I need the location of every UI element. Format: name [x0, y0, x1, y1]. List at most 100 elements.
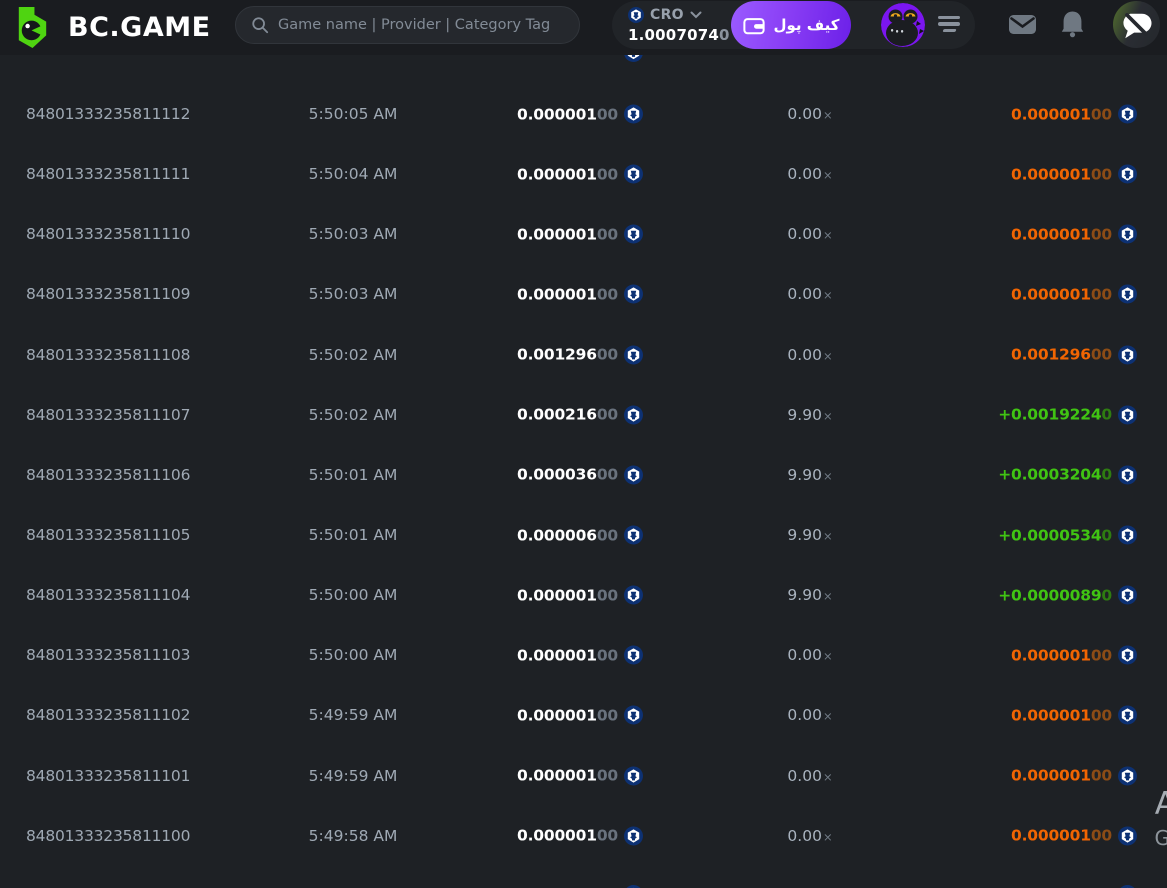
edge-overlay-text-bottom: G [1154, 826, 1167, 850]
search-input[interactable]: Game name | Provider | Category Tag [235, 6, 580, 44]
bet-time: 5:50:04 AM [308, 165, 398, 184]
bet-row[interactable]: 84801333235811110 5:50:03 AM 0.000001 00 … [0, 204, 1167, 264]
bets-table: 84801333235811112 5:50:05 AM 0.000001 00 … [0, 84, 1167, 866]
cro-currency-icon [1118, 645, 1137, 665]
wallet-button[interactable]: کیف پول [731, 1, 851, 49]
bet-time: 5:49:59 AM [308, 766, 398, 785]
bet-row[interactable]: 84801333235811111 5:50:04 AM 0.000001 00 … [0, 144, 1167, 204]
edge-overlay-text-top: A [1154, 786, 1167, 822]
bet-amount: 0.001296 00 [517, 345, 643, 365]
bet-row[interactable]: 84801333235811112 5:50:05 AM 0.000001 00 … [0, 84, 1167, 144]
cro-currency-icon [1118, 525, 1137, 545]
cro-currency-icon [624, 284, 643, 304]
bet-multiplier: 9.90× [787, 526, 833, 545]
bet-time: 5:50:05 AM [308, 105, 398, 124]
bet-payout: 0.000001 00 [1011, 645, 1137, 665]
cro-currency-icon [624, 465, 643, 485]
bet-amount: 0.000001 00 [517, 104, 643, 124]
bet-id: 84801333235811107 [26, 405, 191, 424]
bet-id: 84801333235811105 [26, 526, 191, 545]
bet-row[interactable]: 84801333235811103 5:50:00 AM 0.000001 00 … [0, 625, 1167, 685]
bet-payout: 0.000001 00 [1011, 284, 1137, 304]
cro-currency-icon [1118, 705, 1137, 725]
bet-multiplier: 0.00× [787, 345, 833, 364]
bcgame-page: BC.GAME Game name | Provider | Category … [0, 0, 1167, 888]
bet-payout: 0.001296 00 [1011, 345, 1137, 365]
bet-payout: +0.0000534 0 [998, 525, 1137, 545]
bet-payout: 0.000001 00 [1011, 164, 1137, 184]
bet-amount: 0.000006 00 [517, 525, 643, 545]
bet-time: 5:49:58 AM [308, 826, 398, 845]
cro-currency-icon [1118, 284, 1137, 304]
bet-multiplier: 0.00× [787, 826, 833, 845]
cro-currency-icon [624, 55, 643, 62]
cro-currency-icon [1118, 224, 1137, 244]
partial-row-top [624, 55, 643, 62]
wallet-icon [742, 17, 765, 34]
logo[interactable]: BC.GAME [10, 5, 211, 50]
account-area: CRO 1.00070740 کیف پول [612, 1, 975, 49]
cro-currency-icon [624, 766, 643, 786]
bet-row[interactable]: 84801333235811108 5:50:02 AM 0.001296 00 … [0, 325, 1167, 385]
cro-currency-icon [624, 585, 643, 605]
currency-selector[interactable]: CRO 1.00070740 [628, 5, 732, 44]
bet-time: 5:50:02 AM [308, 345, 398, 364]
bet-payout: 0.000001 00 [1011, 826, 1137, 846]
bet-id: 84801333235811102 [26, 706, 191, 725]
bcgame-logo-icon [18, 6, 47, 49]
logo-text: BC.GAME [68, 12, 211, 43]
bet-row[interactable]: 84801333235811101 5:49:59 AM 0.000001 00 … [0, 746, 1167, 806]
bet-row[interactable]: 84801333235811107 5:50:02 AM 0.000216 00 … [0, 385, 1167, 445]
cro-currency-icon [624, 224, 643, 244]
search-icon [252, 17, 269, 34]
bet-time: 5:50:03 AM [308, 285, 398, 304]
mail-button[interactable] [1008, 13, 1037, 36]
chevron-down-icon [690, 11, 702, 18]
cro-currency-icon [1118, 465, 1137, 485]
wallet-balance: 1.00070740 [628, 26, 730, 44]
cro-coin-icon [628, 6, 644, 23]
mail-icon [1009, 15, 1036, 34]
bet-amount: 0.000001 00 [517, 224, 643, 244]
bet-id: 84801333235811101 [26, 766, 191, 785]
cro-currency-icon [624, 345, 643, 365]
bet-row[interactable]: 84801333235811100 5:49:58 AM 0.000001 00 … [0, 806, 1167, 866]
bet-id: 84801333235811103 [26, 646, 191, 665]
bet-row[interactable]: 84801333235811104 5:50:00 AM 0.000001 00 … [0, 565, 1167, 625]
cro-currency-icon [1118, 104, 1137, 124]
bet-multiplier: 9.90× [787, 405, 833, 424]
bet-time: 5:50:03 AM [308, 225, 398, 244]
cro-currency-icon [624, 104, 643, 124]
bet-time: 5:50:02 AM [308, 405, 398, 424]
bet-id: 84801333235811112 [26, 105, 191, 124]
bet-multiplier: 9.90× [787, 465, 833, 484]
avatar[interactable] [881, 3, 925, 47]
bet-row[interactable]: 84801333235811105 5:50:01 AM 0.000006 00 … [0, 505, 1167, 565]
bet-multiplier: 9.90× [787, 586, 833, 605]
bet-multiplier: 0.00× [787, 165, 833, 184]
bet-multiplier: 0.00× [787, 706, 833, 725]
bet-amount: 0.000001 00 [517, 705, 643, 725]
bet-payout: 0.000001 00 [1011, 224, 1137, 244]
bet-amount: 0.000036 00 [517, 465, 643, 485]
cro-currency-icon [1118, 585, 1137, 605]
bet-row[interactable]: 84801333235811106 5:50:01 AM 0.000036 00 … [0, 445, 1167, 505]
notifications-button[interactable] [1060, 10, 1085, 38]
bet-row[interactable]: 84801333235811109 5:50:03 AM 0.000001 00 … [0, 264, 1167, 324]
cro-currency-icon [1118, 164, 1137, 184]
bet-id: 84801333235811104 [26, 586, 191, 605]
bet-id: 84801333235811108 [26, 345, 191, 364]
bet-row[interactable]: 84801333235811102 5:49:59 AM 0.000001 00 … [0, 685, 1167, 745]
currency-code: CRO [650, 6, 684, 23]
bet-time: 5:49:59 AM [308, 706, 398, 725]
account-menu-icon[interactable] [938, 16, 960, 34]
cro-currency-icon [1118, 766, 1137, 786]
bet-amount: 0.000001 00 [517, 585, 643, 605]
bet-id: 84801333235811111 [26, 165, 191, 184]
bet-payout: 0.000001 00 [1011, 766, 1137, 786]
chat-toggle-button[interactable] [1113, 1, 1160, 48]
cro-currency-icon [624, 525, 643, 545]
bet-amount: 0.000001 00 [517, 164, 643, 184]
cro-currency-icon [624, 405, 643, 425]
cro-currency-icon [624, 826, 643, 846]
